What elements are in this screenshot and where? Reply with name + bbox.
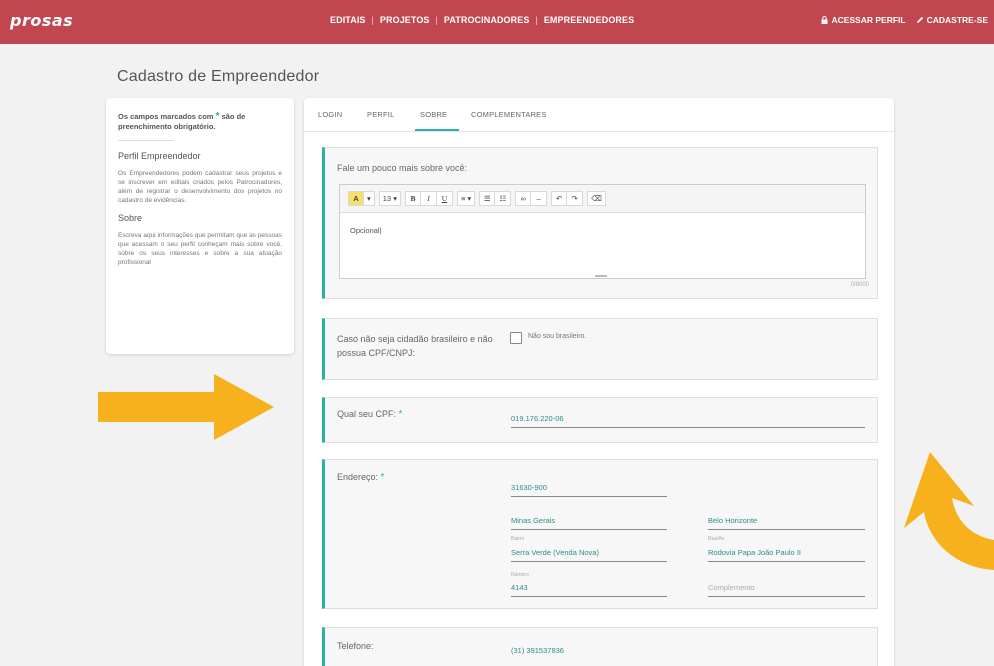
not-brazilian-checkbox[interactable] — [510, 332, 522, 344]
foreign-section: Caso não seja cidadão brasileiro e não p… — [322, 318, 878, 380]
state-underline — [511, 529, 667, 530]
nav-separator: | — [435, 15, 438, 25]
pencil-icon — [916, 16, 923, 23]
tab-sobre[interactable]: SOBRE — [420, 110, 447, 119]
bold-button[interactable]: B — [404, 191, 421, 206]
profile-text: Os Empreendedores podem cadastrar seus p… — [118, 170, 282, 204]
cpf-section: Qual seu CPF: * 019.176.220-06 — [322, 397, 878, 443]
resize-grip[interactable] — [595, 275, 607, 277]
nav-separator: | — [371, 15, 374, 25]
phone-input[interactable]: (31) 391537836 — [511, 646, 564, 655]
char-counter: 0/8000 — [850, 282, 869, 288]
clear-format-icon[interactable]: ⌫ — [587, 191, 606, 206]
phone-label: Telefone: — [337, 641, 374, 651]
main-nav: EDITAIS | PROJETOS | PATROCINADORES | EM… — [330, 15, 634, 25]
complement-input[interactable]: Complemento — [708, 583, 755, 592]
redo-icon[interactable]: ↷ — [567, 191, 584, 206]
about-editor: A ▾ 13 ▾ B I U ≡ ▾ ☰ ☷ ∞ – ↶ ↷ ⌫ Opciona… — [339, 184, 866, 279]
cpf-underline — [511, 427, 865, 428]
top-navbar: prosas EDITAIS | PROJETOS | PATROCINADOR… — [0, 0, 994, 44]
annotation-arrow-curved — [904, 452, 994, 570]
nav-editais[interactable]: EDITAIS — [330, 15, 366, 25]
required-star: * — [380, 472, 385, 483]
district-input[interactable]: Serra Verde (Venda Nova) — [511, 548, 599, 557]
tab-login[interactable]: LOGIN — [318, 110, 342, 119]
number-underline — [511, 596, 667, 597]
cpf-label: Qual seu CPF: * — [337, 409, 402, 420]
login-label: ACESSAR PERFIL — [831, 15, 906, 25]
about-textarea[interactable]: Opcional| — [340, 213, 865, 248]
bullet-list-button[interactable]: ☰ — [479, 191, 496, 206]
about-label: Fale um pouco mais sobre você: — [337, 163, 468, 173]
tab-perfil[interactable]: PERFIL — [367, 110, 394, 119]
cep-input[interactable]: 31630-900 — [511, 483, 547, 492]
nav-projetos[interactable]: PROJETOS — [380, 15, 430, 25]
complement-underline — [708, 596, 865, 597]
form-card: LOGIN PERFIL SOBRE COMPLEMENTARES Fale u… — [304, 98, 894, 666]
font-size-value: 13 — [382, 194, 392, 203]
numbered-list-button[interactable]: ☷ — [495, 191, 512, 206]
active-tab-indicator — [415, 129, 459, 131]
cpf-input[interactable]: 019.176.220-06 — [511, 414, 564, 423]
lock-icon — [821, 16, 828, 24]
required-note-prefix: Os campos marcados com — [118, 112, 214, 121]
phone-section: Telefone: (31) 391537836 — [322, 627, 878, 666]
underline-button[interactable]: U — [436, 191, 453, 206]
not-brazilian-label[interactable]: Não sou brasileiro. — [528, 333, 586, 340]
address-label: Endereço: * — [337, 472, 384, 483]
cpf-label-text: Qual seu CPF: — [337, 409, 397, 419]
about-section: Fale um pouco mais sobre você: A ▾ 13 ▾ … — [322, 147, 878, 299]
sidebar-divider — [118, 140, 174, 141]
cep-underline — [511, 496, 667, 497]
district-underline — [511, 561, 667, 562]
district-hint: Bairro — [511, 536, 525, 542]
about-text: Escreva aqui informações que permitam qu… — [118, 232, 282, 266]
city-select[interactable]: Belo Horizonte — [708, 516, 757, 525]
tab-complementares[interactable]: COMPLEMENTARES — [471, 110, 547, 119]
nav-patrocinadores[interactable]: PATROCINADORES — [444, 15, 530, 25]
prosas-logo[interactable]: prosas — [10, 11, 73, 30]
align-dropdown[interactable]: ≡ ▾ — [456, 191, 476, 206]
number-input[interactable]: 4143 — [511, 583, 528, 592]
login-link[interactable]: ACESSAR PERFIL — [821, 15, 906, 25]
signup-label: CADASTRE-SE — [926, 15, 988, 25]
page-title: Cadastro de Empreendedor — [117, 68, 320, 85]
font-size-dropdown[interactable]: 13 ▾ — [378, 191, 401, 206]
required-star: * — [398, 409, 403, 420]
nav-separator: | — [535, 15, 538, 25]
annotation-arrow-right — [98, 374, 274, 440]
link-icon[interactable]: ∞ — [515, 191, 532, 206]
required-star: * — [215, 111, 220, 122]
italic-button[interactable]: I — [420, 191, 437, 206]
horizontal-rule-icon[interactable]: – — [531, 191, 548, 206]
about-heading: Sobre — [118, 213, 143, 223]
address-label-text: Endereço: — [337, 472, 379, 482]
required-note: Os campos marcados com * são de preenchi… — [118, 112, 282, 132]
address-section: Endereço: * 31630-900 Minas Gerais Belo … — [322, 459, 878, 609]
city-underline — [708, 529, 865, 530]
info-sidebar: Os campos marcados com * são de preenchi… — [106, 98, 294, 354]
number-hint: Número — [511, 572, 529, 578]
signup-link[interactable]: CADASTRE-SE — [916, 15, 988, 25]
text-color-button[interactable]: A — [348, 191, 364, 206]
state-select[interactable]: Minas Gerais — [511, 516, 555, 525]
undo-icon[interactable]: ↶ — [551, 191, 568, 206]
foreign-label: Caso não seja cidadão brasileiro e não p… — [337, 334, 493, 358]
nav-empreendedores[interactable]: EMPREENDEDORES — [544, 15, 634, 25]
about-placeholder: Opcional — [350, 226, 380, 235]
street-input[interactable]: Rodovia Papa João Paulo II — [708, 548, 801, 557]
text-color-dropdown[interactable]: ▾ — [364, 191, 375, 206]
tab-bar: LOGIN PERFIL SOBRE COMPLEMENTARES — [304, 98, 894, 132]
street-hint: Rua/Av — [708, 536, 725, 542]
profile-heading: Perfil Empreendedor — [118, 151, 201, 161]
editor-toolbar: A ▾ 13 ▾ B I U ≡ ▾ ☰ ☷ ∞ – ↶ ↷ ⌫ — [340, 185, 865, 213]
user-nav: ACESSAR PERFIL CADASTRE-SE — [821, 15, 988, 25]
street-underline — [708, 561, 865, 562]
